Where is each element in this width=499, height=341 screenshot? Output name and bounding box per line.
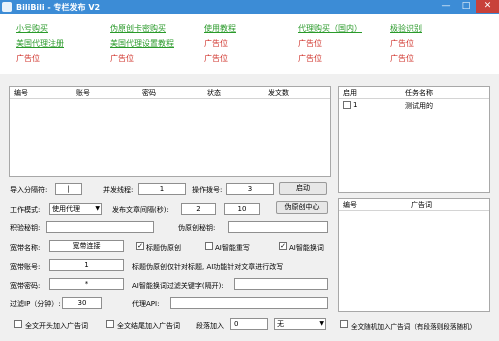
dial-name-input[interactable]: 宽带连接 <box>49 240 124 252</box>
task-name: 测试用的 <box>405 102 433 110</box>
start-button[interactable]: 启动 <box>279 182 327 195</box>
random-ad-label: 全文随机加入广告词（有段落则段落随机） <box>351 323 477 331</box>
paragraph-select-value: 无 <box>277 320 284 328</box>
link-buy-pseudo-key[interactable]: 伪原创卡密购买 <box>110 23 166 34</box>
work-mode-label: 工作模式: <box>10 206 41 214</box>
column-header: 广告词 <box>411 201 432 209</box>
pseudo-center-button[interactable]: 伪原创中心 <box>276 201 328 214</box>
app-icon <box>2 2 12 12</box>
dial-password-input[interactable]: * <box>49 278 124 290</box>
link-ad-slot[interactable]: 广告位 <box>16 53 40 64</box>
links-panel: 小号购买 伪原创卡密购买 使用教程 代理购买（国内） 极验识别 美国代理注册 美… <box>0 14 499 74</box>
link-geetest[interactable]: 极验识别 <box>390 23 422 34</box>
proxy-api-label: 代理API: <box>132 300 160 308</box>
link-ad-slot[interactable]: 广告位 <box>204 53 228 64</box>
op-dial-label: 操作拨号: <box>192 186 223 194</box>
import-separator-label: 导入分隔符: <box>10 186 48 194</box>
ai-replace-label: AI智能换词 <box>289 244 324 252</box>
ads-table[interactable]: 编号 广告词 <box>338 198 490 312</box>
captcha-key-label: 积验秘钥: <box>10 224 41 232</box>
title-pseudo-label: 标题伪原创 <box>146 244 181 252</box>
close-button[interactable]: ✕ <box>476 0 499 13</box>
pseudo-key-input[interactable] <box>228 221 328 233</box>
link-us-proxy-register[interactable]: 美国代理注册 <box>16 38 64 49</box>
filter-keywords-label: AI智能换词过滤关键字(隔开): <box>132 282 224 290</box>
ads-table-header: 编号 广告词 <box>339 199 489 211</box>
dial-account-label: 宽带账号: <box>10 263 41 271</box>
table-row[interactable]: 1 测试用的 <box>339 100 489 111</box>
title-pseudo-checkbox[interactable]: ✓ <box>136 242 144 250</box>
column-header: 状态 <box>207 89 221 97</box>
minimize-button[interactable]: — <box>436 0 456 13</box>
dial-name-label: 宽带名称: <box>10 244 41 252</box>
column-header: 编号 <box>343 201 357 209</box>
maximize-button[interactable]: □ <box>456 0 476 13</box>
link-buy-accounts[interactable]: 小号购买 <box>16 23 48 34</box>
link-ad-slot[interactable]: 广告位 <box>110 53 134 64</box>
column-header: 任务名称 <box>405 89 433 97</box>
tail-ad-label: 全文结尾加入广告词 <box>117 322 180 330</box>
import-separator-input[interactable]: | <box>55 183 82 195</box>
column-header: 编号 <box>14 89 28 97</box>
task-enable-checkbox[interactable] <box>343 101 351 109</box>
chevron-down-icon: ▼ <box>95 205 100 212</box>
accounts-table[interactable]: 编号 账号 密码 状态 发文数 <box>9 86 331 177</box>
link-ad-slot[interactable]: 广告位 <box>390 38 414 49</box>
accounts-table-header: 编号 账号 密码 状态 发文数 <box>10 87 330 99</box>
random-ad-checkbox[interactable] <box>340 320 348 328</box>
ai-replace-checkbox[interactable]: ✓ <box>279 242 287 250</box>
ai-rewrite-label: AI智能重写 <box>215 244 250 252</box>
title-bar: BiliBili - 专栏发布 V2 — □ ✕ <box>0 0 499 14</box>
work-mode-value: 使用代理 <box>52 205 80 213</box>
column-header: 账号 <box>76 89 90 97</box>
chevron-down-icon: ▼ <box>319 320 324 327</box>
captcha-key-input[interactable] <box>46 221 154 233</box>
task-id: 1 <box>353 101 358 109</box>
paragraph-select[interactable]: 无 ▼ <box>274 318 326 330</box>
dial-password-label: 宽带密码: <box>10 282 41 290</box>
column-header: 发文数 <box>268 89 289 97</box>
column-header: 启用 <box>343 89 357 97</box>
publish-interval-label: 发布文章间隔(秒): <box>112 206 169 214</box>
column-header: 密码 <box>142 89 156 97</box>
head-ad-label: 全文开头加入广告词 <box>25 322 88 330</box>
paragraph-insert-label: 段落加入 <box>196 322 224 330</box>
proxy-ip-input[interactable]: 30 <box>62 297 102 309</box>
link-ad-slot[interactable]: 广告位 <box>204 38 228 49</box>
link-ad-slot[interactable]: 广告位 <box>298 53 322 64</box>
tasks-table-header: 启用 任务名称 <box>339 87 489 99</box>
op-dial-input[interactable]: 3 <box>226 183 274 195</box>
tail-ad-checkbox[interactable] <box>106 320 114 328</box>
work-mode-select[interactable]: 使用代理 ▼ <box>49 203 102 215</box>
dial-account-input[interactable]: 1 <box>49 259 124 271</box>
title-pseudo-note: 标题伪原创仅针对标题, AI功能针对文章进行改写 <box>132 263 284 271</box>
threads-label: 并发线程: <box>103 186 134 194</box>
tasks-table[interactable]: 启用 任务名称 1 测试用的 <box>338 86 490 193</box>
link-ad-slot[interactable]: 广告位 <box>390 53 414 64</box>
window-title: BiliBili - 专栏发布 V2 <box>16 3 101 12</box>
head-ad-checkbox[interactable] <box>14 320 22 328</box>
paragraph-insert-input[interactable]: 0 <box>230 318 268 330</box>
ai-rewrite-checkbox[interactable] <box>205 242 213 250</box>
pseudo-key-label: 伪原创秘钥: <box>178 224 216 232</box>
proxy-api-input[interactable] <box>170 297 328 309</box>
proxy-ip-label: 过滤IP（分钟）: <box>10 300 61 308</box>
filter-keywords-input[interactable] <box>234 278 328 290</box>
link-us-proxy-tutorial[interactable]: 美国代理设置教程 <box>110 38 174 49</box>
threads-input[interactable]: 1 <box>138 183 186 195</box>
interval-min-input[interactable]: 2 <box>181 203 216 215</box>
link-buy-proxy[interactable]: 代理购买（国内） <box>298 23 362 34</box>
interval-max-input[interactable]: 10 <box>224 203 260 215</box>
link-ad-slot[interactable]: 广告位 <box>298 38 322 49</box>
link-tutorial[interactable]: 使用教程 <box>204 23 236 34</box>
